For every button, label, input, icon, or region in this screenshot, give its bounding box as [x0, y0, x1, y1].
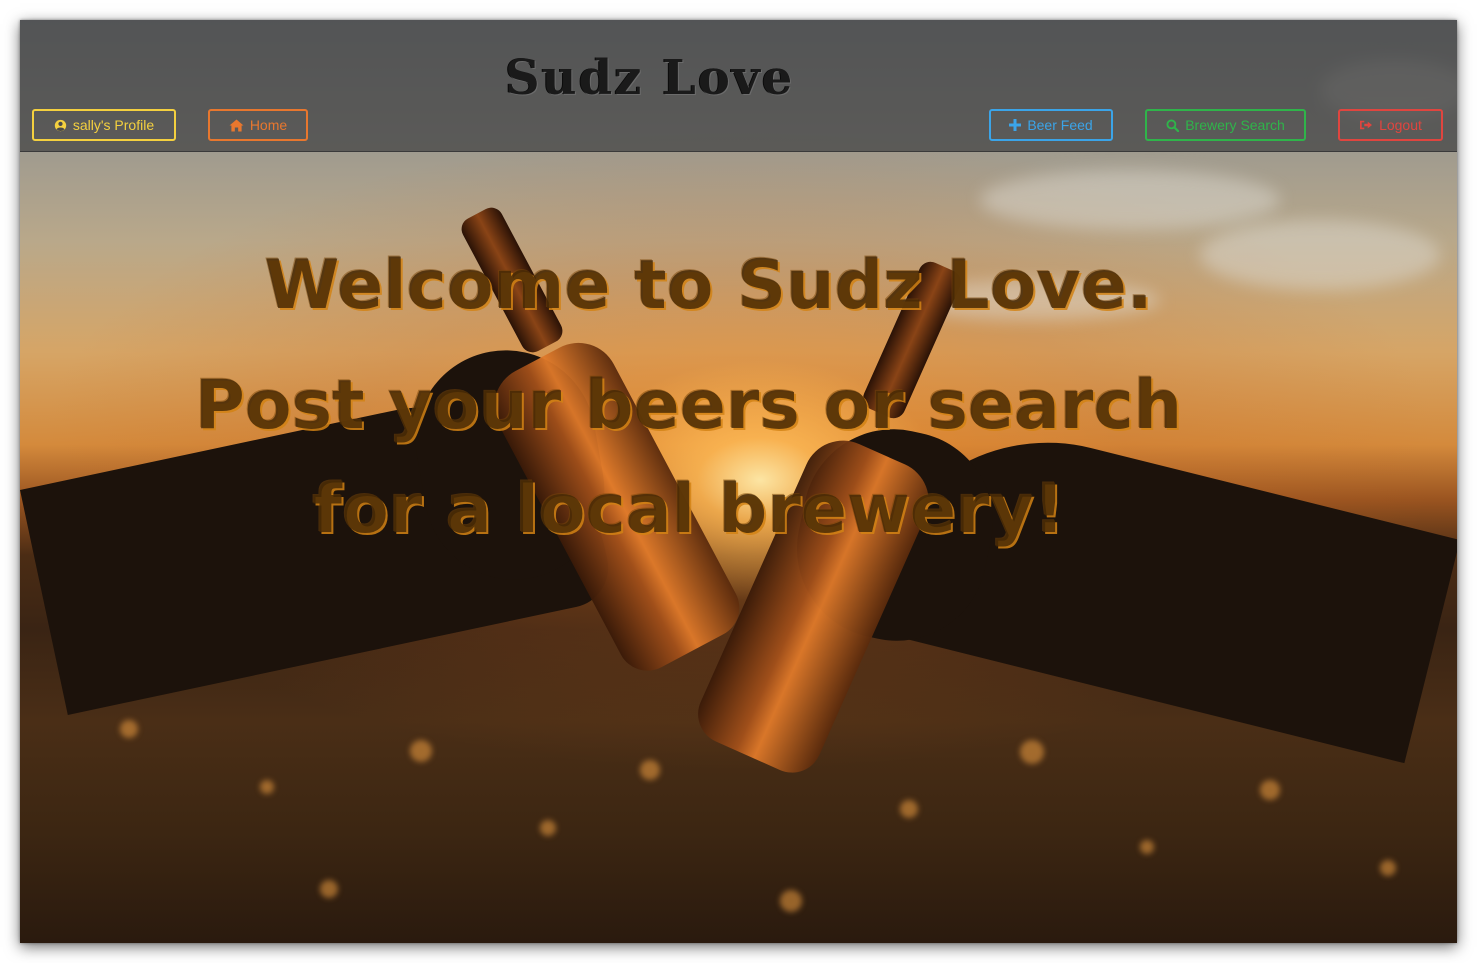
- profile-button-label: sally's Profile: [72, 117, 155, 133]
- bokeh-light: [120, 720, 138, 738]
- hero-headline-line1: Welcome to Sudz Love.: [264, 246, 1153, 325]
- bokeh-light: [780, 890, 802, 912]
- plus-icon: [1009, 119, 1022, 131]
- bokeh-light: [320, 880, 338, 898]
- cloud-shape: [980, 170, 1280, 230]
- hero-headline-line3: for a local brewery!: [312, 470, 1065, 549]
- logout-button[interactable]: Logout: [1338, 109, 1443, 141]
- bokeh-light: [540, 820, 556, 836]
- home-icon: [229, 118, 244, 132]
- brewery-search-button-label: Brewery Search: [1185, 117, 1285, 133]
- hero-headline-line2: Post your beers or search: [194, 366, 1183, 445]
- brewery-search-button[interactable]: Brewery Search: [1145, 109, 1306, 141]
- brand-logo[interactable]: Sudz Love: [505, 50, 795, 110]
- home-button-label: Home: [249, 117, 288, 133]
- bokeh-light: [900, 800, 918, 818]
- logout-button-label: Logout: [1379, 117, 1422, 133]
- profile-button[interactable]: sally's Profile: [32, 109, 176, 141]
- bokeh-light: [1140, 840, 1154, 854]
- search-icon: [1166, 118, 1180, 132]
- beer-feed-button[interactable]: Beer Feed: [989, 109, 1113, 141]
- user-circle-icon: [54, 119, 67, 131]
- bokeh-light: [1380, 860, 1396, 876]
- bokeh-light: [1020, 740, 1044, 764]
- top-navbar: Sudz Love sally's Profile Home Beer Feed: [20, 20, 1457, 152]
- beer-feed-button-label: Beer Feed: [1027, 117, 1093, 133]
- home-button[interactable]: Home: [208, 109, 308, 141]
- bokeh-light: [1260, 780, 1280, 800]
- bokeh-light: [260, 780, 274, 794]
- bokeh-light: [640, 760, 660, 780]
- sign-out-icon: [1360, 120, 1373, 130]
- bokeh-light: [410, 740, 432, 762]
- browser-viewport: Sudz Love sally's Profile Home Beer Feed: [20, 20, 1457, 943]
